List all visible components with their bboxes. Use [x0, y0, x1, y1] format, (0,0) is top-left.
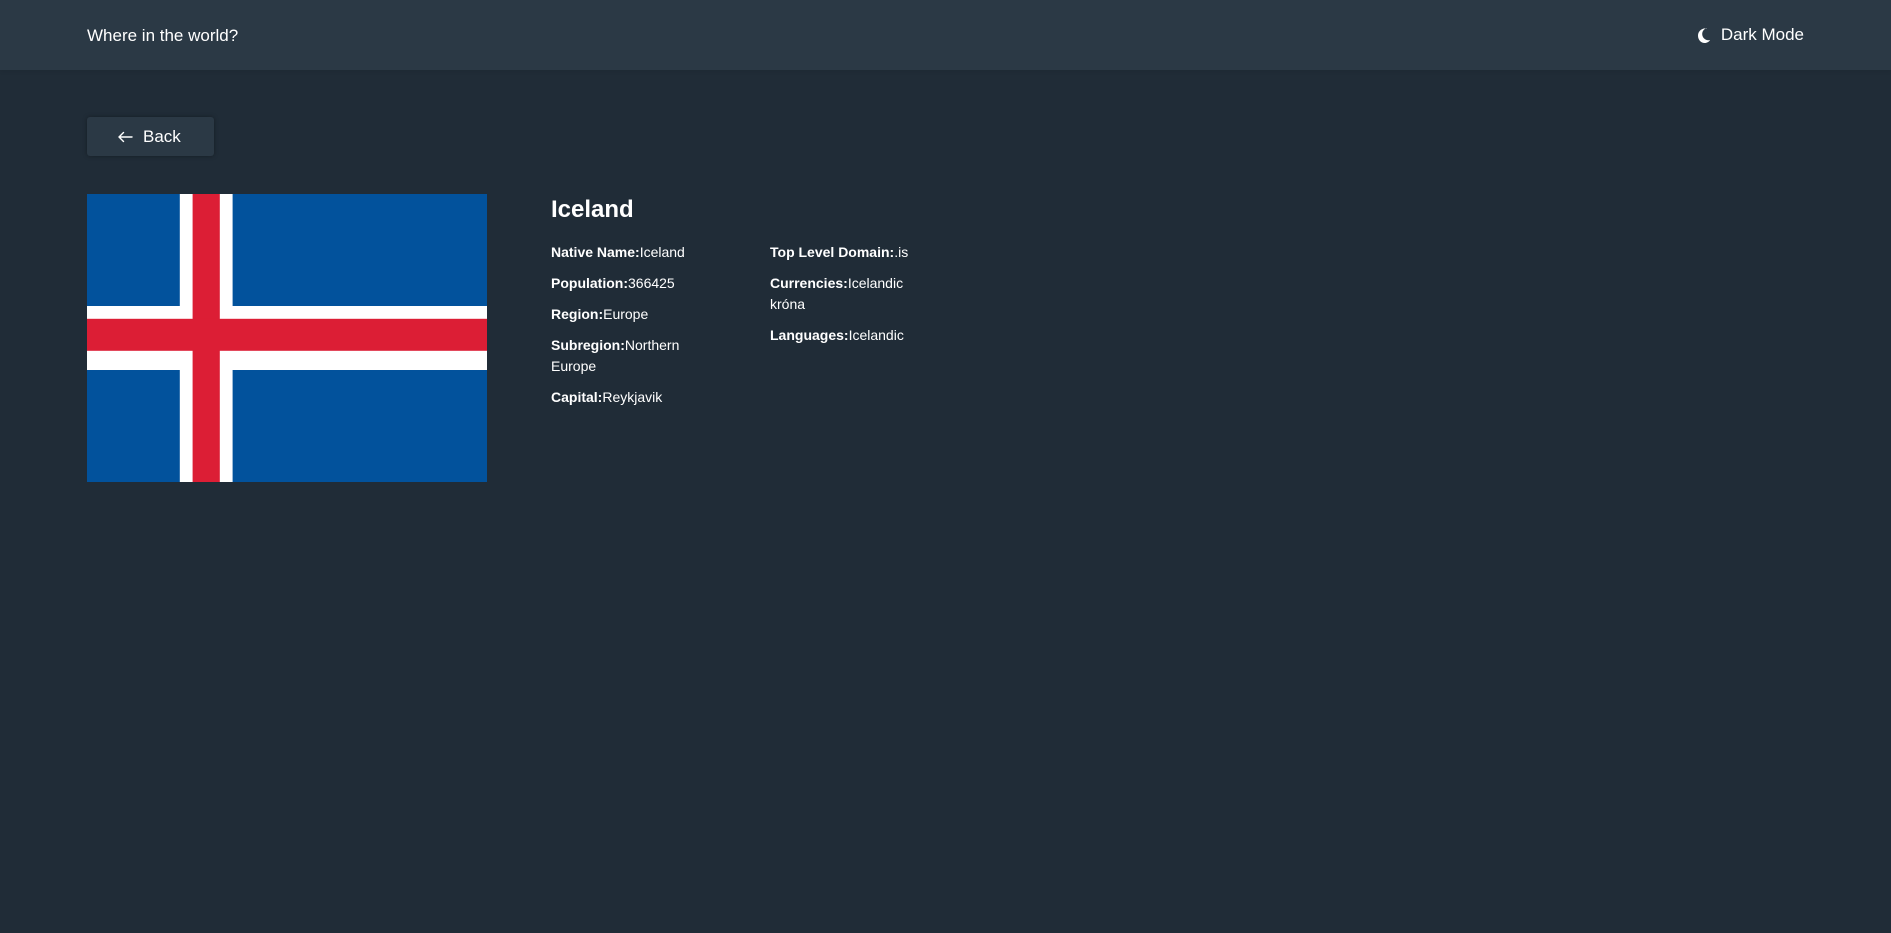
country-fact-label: Top Level Domain:	[770, 243, 895, 260]
country-fact-label: Region:	[551, 305, 604, 322]
country-detail-page: Back Iceland Native Name:Iceland Populati…	[0, 70, 1891, 482]
country-fact: Languages:Icelandic	[770, 325, 920, 346]
country-info: Iceland Native Name:Iceland Population:36…	[551, 194, 920, 418]
country-fact-label: Currencies:	[770, 274, 848, 291]
country-fact-value: Reykjavik	[602, 388, 663, 405]
country-fact: Population:366425	[551, 273, 712, 294]
iceland-flag-image	[87, 194, 487, 482]
country-fact: Currencies:Icelandic króna	[770, 273, 920, 315]
country-fact: Region:Europe	[551, 304, 712, 325]
country-fact-value: 366425	[628, 274, 675, 291]
moon-icon	[1696, 27, 1712, 43]
country-fact-label: Capital:	[551, 388, 603, 405]
country-name: Iceland	[551, 196, 634, 223]
country-fact: Subregion:Northern Europe	[551, 335, 712, 377]
dark-mode-label: Dark Mode	[1720, 25, 1804, 44]
country-fact-label: Subregion:	[551, 336, 625, 353]
app-title: Where in the world?	[87, 25, 239, 45]
country-fact: Native Name:Iceland	[551, 242, 712, 263]
back-button[interactable]: Back	[87, 117, 214, 156]
arrow-left-icon	[117, 131, 133, 143]
country-fact-value: .is	[894, 243, 909, 260]
country-fact-label: Population:	[551, 274, 628, 291]
dark-mode-toggle[interactable]: Dark Mode	[1696, 25, 1804, 45]
country-fact-label: Languages:	[770, 326, 849, 343]
app-header: Where in the world? Dark Mode	[0, 0, 1891, 70]
country-fact-value: Icelandic	[848, 326, 904, 343]
country-facts-primary: Native Name:Iceland Population:366425 Regi…	[551, 242, 712, 418]
back-button-label: Back	[143, 126, 181, 146]
country-fact: Top Level Domain:.is	[770, 242, 920, 263]
country-fact-value: Iceland	[639, 243, 685, 260]
country-fact-label: Native Name:	[551, 243, 640, 260]
country-fact-value: Europe	[603, 305, 649, 322]
country-detail: Iceland Native Name:Iceland Population:36…	[87, 194, 1804, 482]
country-fact: Capital:Reykjavik	[551, 387, 712, 408]
country-facts-secondary: Top Level Domain:.is Currencies:Icelandic…	[770, 242, 920, 418]
country-facts: Native Name:Iceland Population:366425 Regi…	[551, 242, 920, 418]
